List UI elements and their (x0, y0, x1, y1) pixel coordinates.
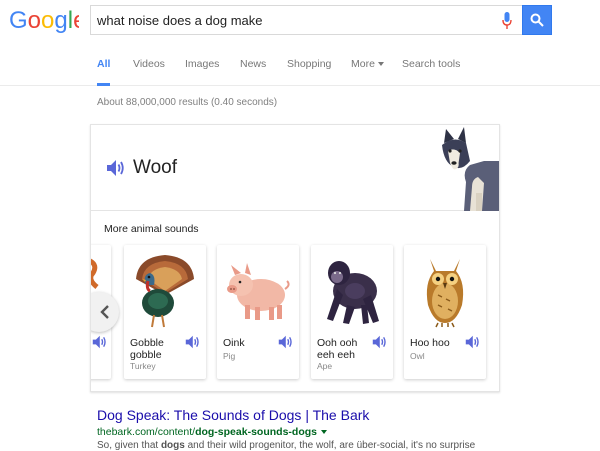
tab-images[interactable]: Images (185, 58, 219, 86)
turkey-illustration (136, 255, 194, 328)
result-title-link[interactable]: Dog Speak: The Sounds of Dogs | The Bark (97, 407, 597, 423)
google-logo[interactable]: Google (9, 6, 79, 36)
tab-search-tools[interactable]: Search tools (402, 58, 460, 86)
animal-card-pig[interactable]: Oink Pig (217, 245, 299, 379)
tab-news[interactable]: News (240, 58, 266, 86)
pig-illustration (227, 263, 290, 320)
animal-name: Turkey (130, 361, 156, 371)
speaker-icon[interactable] (371, 335, 387, 349)
animal-card-ape[interactable]: Ooh ooh eeh eeh Ape (311, 245, 393, 379)
search-tabs: All Videos Images News Shopping More Sea… (0, 56, 600, 86)
tab-all[interactable]: All (97, 58, 111, 86)
more-animal-sounds-title: More animal sounds (104, 223, 199, 235)
tab-shopping[interactable]: Shopping (287, 58, 331, 86)
result-url-prefix: thebark.com/content/ (97, 426, 196, 438)
speaker-icon[interactable] (277, 335, 293, 349)
tab-videos[interactable]: Videos (133, 58, 165, 86)
svg-text:Google: Google (9, 7, 79, 34)
chevron-down-icon (377, 62, 384, 67)
speaker-icon[interactable] (184, 335, 200, 349)
search-query: what noise does a dog make (97, 13, 263, 28)
dog-illustration (442, 127, 499, 211)
answer-panel: Woof (91, 125, 499, 211)
result-url-bold: dog-speak-sounds-dogs (195, 426, 317, 438)
result-snippet: So, given that dogs and their wild proge… (97, 440, 597, 451)
search-icon (530, 13, 544, 27)
animal-card-turkey[interactable]: Gobble gobble Turkey (124, 245, 206, 379)
speaker-icon[interactable] (105, 159, 125, 177)
speaker-icon[interactable] (464, 335, 480, 349)
tab-more[interactable]: More (351, 58, 384, 86)
animal-card-owl[interactable]: Hoo hoo Owl (404, 245, 486, 379)
search-input[interactable]: what noise does a dog make (90, 5, 522, 35)
animal-carousel: Gobble gobble Turkey Oink Pig Ooh ooh ee… (91, 245, 499, 385)
carousel-prev-button[interactable] (91, 292, 119, 332)
snippet-bold: dogs (160, 440, 185, 451)
animal-sounds-card: Woof More animal sounds Gobble gobble Tu… (90, 124, 500, 392)
answer-word: Woof (133, 157, 178, 178)
animal-name: Pig (223, 351, 236, 361)
speaker-icon[interactable] (91, 335, 107, 349)
caret-down-icon[interactable] (320, 430, 327, 435)
ape-illustration (327, 261, 379, 324)
result-stats: About 88,000,000 results (0.40 seconds) (97, 97, 278, 108)
animal-name: Ape (317, 361, 333, 371)
snippet-text: and their wild progenitor, the wolf, are… (184, 440, 476, 451)
search-result: Dog Speak: The Sounds of Dogs | The Bark… (97, 407, 597, 451)
animal-sound: Hoo hoo (410, 337, 450, 349)
snippet-text: So, given that (97, 440, 161, 451)
owl-illustration (426, 259, 464, 328)
animal-sound: Ooh ooh eeh eeh (317, 337, 358, 361)
search-button[interactable] (522, 5, 552, 35)
animal-sound: Oink (223, 337, 245, 349)
chevron-left-icon (100, 305, 109, 319)
header: Google what noise does a dog make All Vi… (0, 0, 600, 86)
result-url: thebark.com/content/dog-speak-sounds-dog… (97, 426, 597, 438)
animal-name: Owl (410, 351, 425, 361)
microphone-icon[interactable] (502, 12, 512, 30)
animal-sound: Gobble gobble (130, 337, 164, 361)
